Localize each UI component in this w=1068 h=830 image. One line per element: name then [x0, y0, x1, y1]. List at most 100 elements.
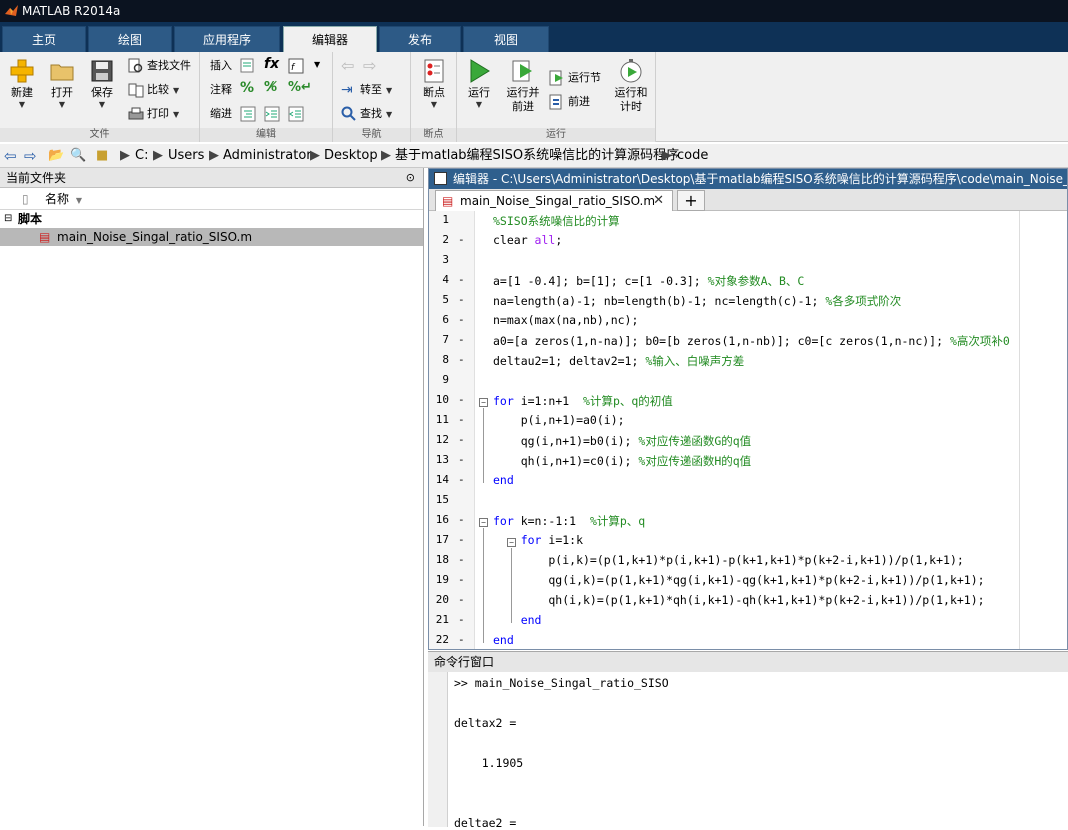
- decrease-indent-icon[interactable]: [288, 106, 304, 122]
- code-line[interactable]: a0=[a zeros(1,n-na)]; b0=[b zeros(1,n-nb…: [493, 333, 1010, 349]
- fold-toggle-icon[interactable]: −: [479, 518, 488, 527]
- executable-line-marker[interactable]: -: [458, 353, 465, 366]
- breakpoints-button[interactable]: 断点 ▼: [414, 56, 454, 122]
- executable-line-marker[interactable]: -: [458, 233, 465, 246]
- save-button[interactable]: 保存 ▼: [82, 56, 122, 122]
- executable-line-marker[interactable]: -: [458, 333, 465, 346]
- browse-folder-icon[interactable]: 🔍: [70, 144, 86, 168]
- code-line[interactable]: p(i,k)=(p(1,k+1)*p(i,k+1)-p(k+1,k+1)*p(k…: [493, 553, 963, 567]
- breadcrumb-project[interactable]: 基于matlab编程SISO系统噪信比的计算源码程序: [395, 144, 679, 168]
- wrap-comment-icon[interactable]: %↵: [288, 80, 312, 95]
- executable-line-marker[interactable]: -: [458, 293, 465, 306]
- insert-function-icon[interactable]: f: [288, 58, 304, 74]
- breadcrumb-c[interactable]: C:: [135, 144, 148, 168]
- breadcrumb-code[interactable]: code: [677, 144, 708, 168]
- code-line[interactable]: qg(i,n+1)=b0(i); %对应传递函数G的q值: [493, 433, 752, 449]
- command-window[interactable]: 命令行窗口 >> main_Noise_Singal_ratio_SISO del…: [428, 651, 1068, 830]
- find-files-button[interactable]: 查找文件: [128, 56, 191, 76]
- breadcrumb-desktop[interactable]: Desktop: [324, 144, 378, 168]
- executable-line-marker[interactable]: -: [458, 453, 465, 466]
- code-line[interactable]: deltau2=1; deltav2=1; %输入、白噪声方差: [493, 353, 744, 369]
- breakpoints-section: 断点 ▼ 断点: [411, 52, 457, 142]
- increase-indent-icon[interactable]: [264, 106, 280, 122]
- fold-toggle-icon[interactable]: −: [507, 538, 516, 547]
- line-number: 10: [435, 393, 449, 406]
- goto-button[interactable]: ⇥ 转至 ▼: [341, 80, 392, 100]
- code-line[interactable]: a=[1 -0.4]; b=[1]; c=[1 -0.3]; %对象参数A、B、…: [493, 273, 804, 289]
- advance-icon: [549, 94, 562, 110]
- code-line[interactable]: end: [493, 473, 514, 487]
- list-item[interactable]: ▤ main_Noise_Singal_ratio_SISO.m: [0, 228, 423, 246]
- tab-publish[interactable]: 发布: [379, 26, 461, 52]
- editor-title-bar: 编辑器 - C:\Users\Administrator\Desktop\基于m…: [429, 169, 1067, 189]
- tab-home[interactable]: 主页: [2, 26, 86, 52]
- executable-line-marker[interactable]: -: [458, 433, 465, 446]
- file-tab[interactable]: ▤ main_Noise_Singal_ratio_SISO.m ✕: [435, 190, 673, 211]
- breadcrumb-users[interactable]: Users: [168, 144, 204, 168]
- executable-line-marker[interactable]: -: [458, 273, 465, 286]
- executable-line-marker[interactable]: -: [458, 393, 465, 406]
- fold-toggle-icon[interactable]: −: [479, 398, 488, 407]
- tab-view[interactable]: 视图: [463, 26, 549, 52]
- fx-button[interactable]: fx: [264, 56, 279, 72]
- code-line[interactable]: qg(i,k)=(p(1,k+1)*qg(i,k+1)-qg(k+1,k+1)*…: [493, 573, 984, 587]
- address-bar: ⇦ ⇨ 📂 🔍 ■ ▶ C: ▶ Users ▶ Administrator ▶…: [0, 144, 1068, 168]
- executable-line-marker[interactable]: -: [458, 413, 465, 426]
- code-line[interactable]: na=length(a)-1; nb=length(b)-1; nc=lengt…: [493, 293, 901, 309]
- collapse-icon[interactable]: ⊟: [4, 210, 12, 228]
- close-icon[interactable]: ✕: [653, 191, 664, 211]
- new-tab-button[interactable]: +: [677, 190, 705, 211]
- section-label-file: 文件: [0, 128, 199, 142]
- folder-icon: [50, 64, 74, 81]
- tab-apps[interactable]: 应用程序: [174, 26, 280, 52]
- run-and-time-button[interactable]: 运行和 计时: [609, 56, 653, 122]
- code-line[interactable]: for i=1:n+1 %计算p、q的初值: [493, 393, 673, 409]
- new-button[interactable]: 新建 ▼: [2, 56, 42, 122]
- code-area[interactable]: 1 2-3 4-5-6-7-8-9 10-11-12-13-14-15 16-17-18…: [429, 211, 1067, 649]
- advance-button[interactable]: 前进: [549, 92, 590, 112]
- back-arrow-icon[interactable]: ⇦: [4, 144, 17, 168]
- tab-plots[interactable]: 绘图: [88, 26, 172, 52]
- up-folder-icon[interactable]: 📂: [48, 144, 64, 168]
- chevron-down-icon[interactable]: ▼: [314, 60, 320, 69]
- breadcrumb-administrator[interactable]: Administrator: [223, 144, 312, 168]
- name-column-header[interactable]: ▯ 名称 ▼: [0, 188, 423, 210]
- group-scripts[interactable]: ⊟ 脚本: [0, 210, 423, 228]
- code-line[interactable]: end: [493, 633, 514, 647]
- code-line[interactable]: n=max(max(na,nb),nc);: [493, 313, 638, 327]
- find-button[interactable]: 查找 ▼: [341, 104, 392, 124]
- code-line[interactable]: end: [493, 613, 542, 627]
- panel-menu-icon[interactable]: ⊙: [406, 168, 415, 188]
- code-line[interactable]: %SISO系统噪信比的计算: [493, 213, 620, 229]
- forward-arrow-icon[interactable]: ⇨: [24, 144, 37, 168]
- open-button[interactable]: 打开 ▼: [42, 56, 82, 122]
- print-button[interactable]: 打印 ▼: [128, 104, 179, 124]
- line-number: 13: [435, 453, 449, 466]
- insert-section-icon[interactable]: [240, 58, 256, 74]
- uncomment-icon[interactable]: %̸: [264, 80, 277, 95]
- code-line[interactable]: qh(i,k)=(p(1,k+1)*qh(i,k+1)-qh(k+1,k+1)*…: [493, 593, 984, 607]
- compare-button[interactable]: 比较 ▼: [128, 80, 179, 100]
- executable-line-marker[interactable]: -: [458, 513, 465, 526]
- executable-line-marker[interactable]: -: [458, 313, 465, 326]
- executable-line-marker[interactable]: -: [458, 553, 465, 566]
- executable-line-marker[interactable]: -: [458, 473, 465, 486]
- run-section-button[interactable]: 运行节: [549, 68, 601, 88]
- code-line[interactable]: p(i,n+1)=a0(i);: [493, 413, 625, 427]
- back-arrow-icon[interactable]: ⇦: [341, 56, 354, 75]
- run-and-advance-button[interactable]: 运行并 前进: [501, 56, 545, 122]
- executable-line-marker[interactable]: -: [458, 633, 465, 646]
- tab-editor[interactable]: 编辑器: [283, 26, 377, 53]
- executable-line-marker[interactable]: -: [458, 533, 465, 546]
- line-number: 6: [442, 313, 449, 326]
- code-line[interactable]: qh(i,n+1)=c0(i); %对应传递函数H的q值: [493, 453, 752, 469]
- executable-line-marker[interactable]: -: [458, 613, 465, 626]
- forward-arrow-icon[interactable]: ⇨: [363, 56, 376, 75]
- executable-line-marker[interactable]: -: [458, 573, 465, 586]
- comment-icon[interactable]: %: [240, 80, 254, 96]
- run-button[interactable]: 运行 ▼: [459, 56, 499, 122]
- code-line[interactable]: clear all;: [493, 233, 562, 247]
- smart-indent-icon[interactable]: [240, 106, 256, 122]
- code-line[interactable]: for k=n:-1:1 %计算p、q: [493, 513, 645, 529]
- executable-line-marker[interactable]: -: [458, 593, 465, 606]
